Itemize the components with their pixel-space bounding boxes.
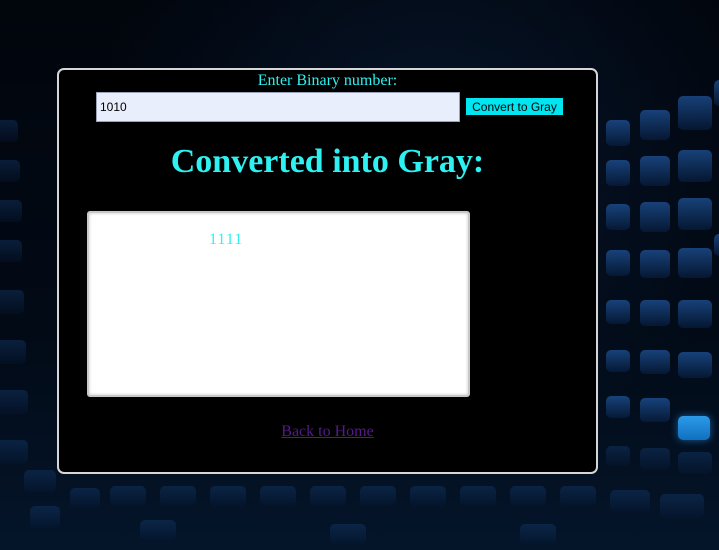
background-tile [24,470,56,492]
background-tile [678,248,712,278]
background-tile [0,240,22,262]
background-tile [640,110,670,140]
background-tile [640,250,670,278]
background-tile [678,96,712,130]
background-tile [520,524,556,544]
background-tile [610,490,650,512]
converter-panel: Enter Binary number: Convert to Gray Con… [57,68,598,474]
background-tile [678,198,712,230]
background-tile [606,204,630,230]
background-tile [210,486,246,506]
background-tile [0,200,22,222]
background-tile [0,390,28,414]
background-tile [606,396,630,418]
background-tile [410,486,446,506]
background-tile [640,448,670,470]
background-tile [360,486,396,506]
background-tile [260,486,296,506]
result-heading: Converted into Gray: [170,143,485,180]
background-tile [660,494,704,518]
gray-code-result: 1111 [209,231,244,248]
background-tile [678,300,712,328]
background-tile [0,290,24,314]
background-tile [560,486,596,506]
background-tile [606,120,630,146]
background-tile [606,446,630,466]
background-tile [140,520,176,540]
binary-number-input[interactable] [96,92,460,122]
background-tile [640,202,670,232]
convert-to-gray-button[interactable]: Convert to Gray [466,98,563,115]
background-tile [606,250,630,276]
background-tile [0,440,28,464]
background-tile [110,486,146,506]
background-tile [30,506,60,528]
background-tile [640,300,670,326]
background-tile [606,350,630,372]
background-tile [310,486,346,506]
background-tile [678,452,712,474]
background-tile [714,234,719,256]
background-tile [640,156,670,186]
back-to-home-link[interactable]: Back to Home [59,423,596,441]
background-tile [640,350,670,374]
background-tile [510,486,546,506]
background-tile [160,486,196,506]
background-tile [640,398,670,422]
background-tile [70,488,100,508]
background-tile [330,524,366,544]
background-tile [714,80,719,106]
background-tile [678,150,712,182]
background-tile [678,416,710,440]
background-tile [0,340,26,364]
background-tile [460,486,496,506]
background-tile [606,300,630,324]
background-tile [678,352,712,378]
background-tile [0,120,18,142]
binary-input-label: Enter Binary number: [257,72,398,89]
result-output-box: 1111 [87,211,470,397]
background-tile [0,160,20,182]
background-tile [606,160,630,186]
